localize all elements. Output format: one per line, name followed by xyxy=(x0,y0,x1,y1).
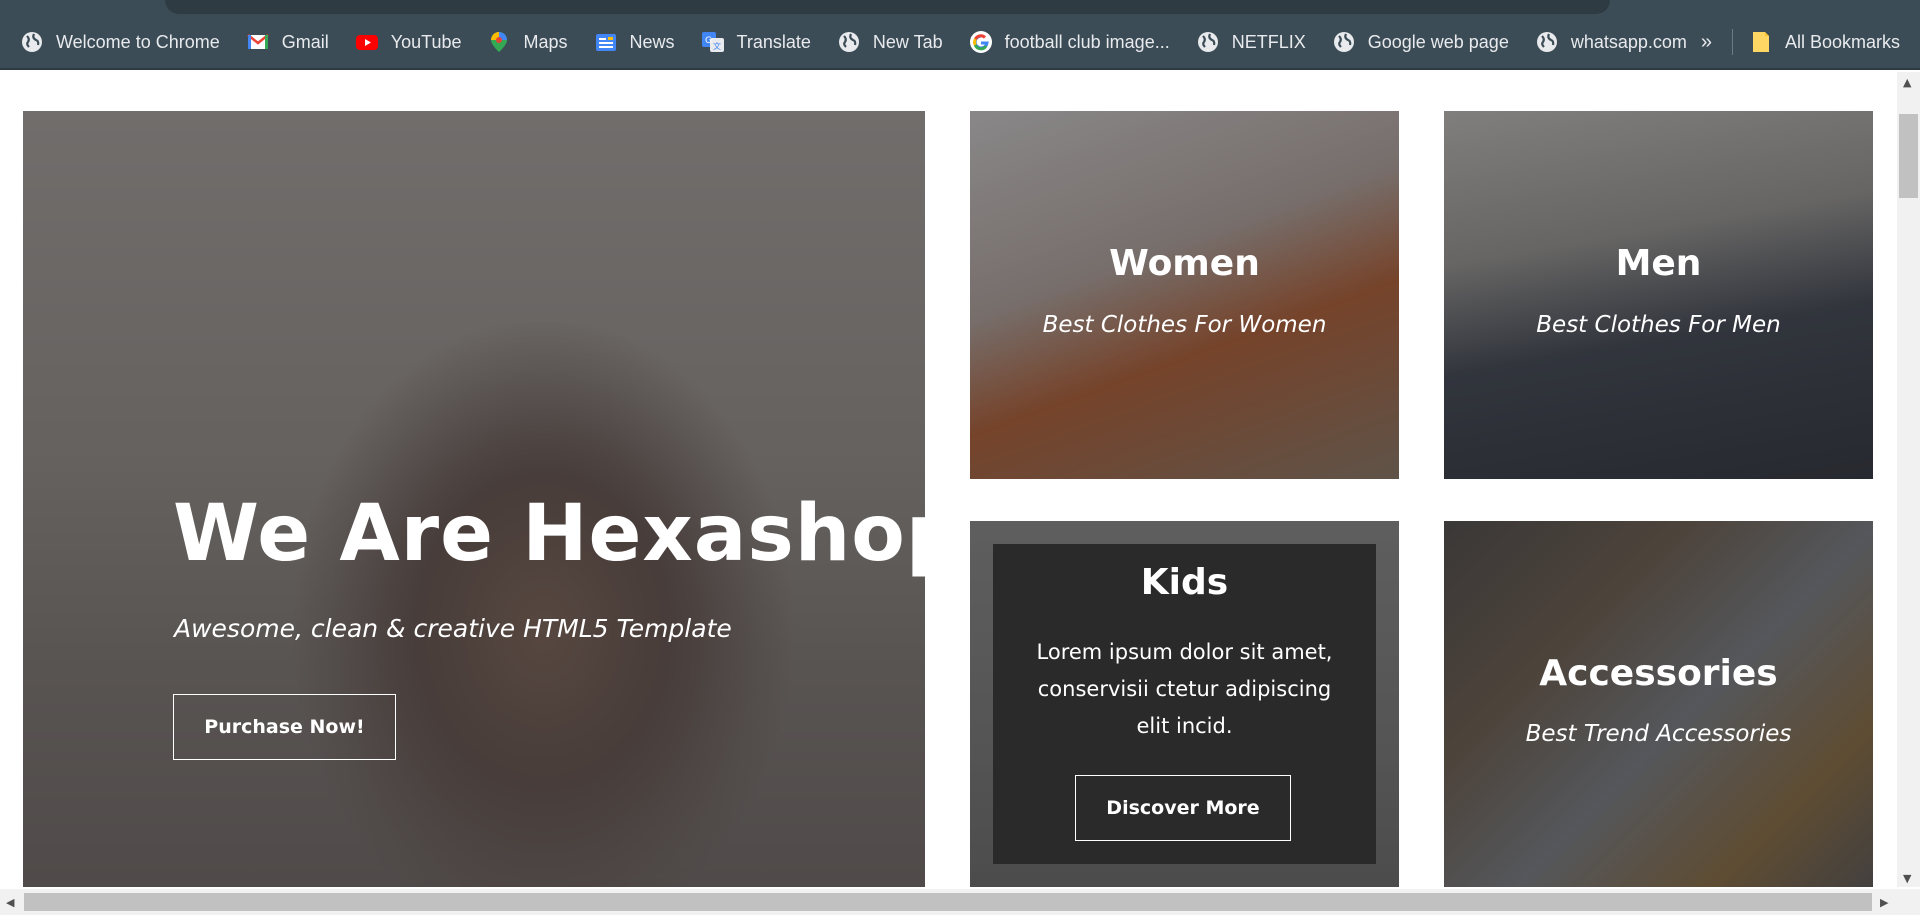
globe-icon xyxy=(1333,32,1354,52)
category-accessories[interactable]: Accessories Best Trend Accessories xyxy=(1444,521,1873,887)
maps-icon xyxy=(491,32,508,52)
bookmark-whatsapp[interactable]: whatsapp.com xyxy=(1535,30,1687,54)
category-title: Women xyxy=(1109,243,1260,284)
category-men[interactable]: Men Best Clothes For Men xyxy=(1444,111,1873,479)
bookmark-label: New Tab xyxy=(872,31,943,52)
category-title: Accessories xyxy=(1539,653,1778,694)
translate-icon: G文 xyxy=(701,32,724,52)
bookmark-netflix[interactable]: NETFLIX xyxy=(1196,30,1306,54)
bookmark-label: YouTube xyxy=(390,31,462,52)
news-icon xyxy=(595,34,616,51)
globe-icon xyxy=(22,32,42,52)
bookmark-label: Maps xyxy=(523,31,568,52)
bookmark-welcome[interactable]: Welcome to Chrome xyxy=(20,30,220,54)
discover-more-button[interactable]: Discover More xyxy=(1075,775,1291,841)
globe-icon xyxy=(1197,32,1218,52)
all-bookmarks-button[interactable]: All Bookmarks xyxy=(1749,30,1900,54)
bookmark-label: Google web page xyxy=(1367,31,1509,52)
bookmark-label: football club image... xyxy=(1004,31,1170,52)
category-women[interactable]: Women Best Clothes For Women xyxy=(970,111,1399,479)
bookmark-label: Gmail xyxy=(281,31,329,52)
category-subtitle: Best Clothes For Men xyxy=(1536,312,1781,338)
address-bar-edge[interactable] xyxy=(165,0,1610,14)
category-overlay xyxy=(1444,521,1873,887)
scroll-left-arrow-icon[interactable]: ◀ xyxy=(6,896,14,909)
bookmark-maps[interactable]: Maps xyxy=(487,30,568,54)
category-title: Kids xyxy=(1140,562,1229,603)
hero-subtitle: Awesome, clean & creative HTML5 Template xyxy=(174,614,732,643)
category-overlay xyxy=(1444,111,1873,479)
bookmark-new-tab[interactable]: New Tab xyxy=(837,30,943,54)
category-kids[interactable]: Kids Lorem ipsum dolor sit amet, conserv… xyxy=(970,521,1399,887)
bookmark-news[interactable]: News xyxy=(594,30,675,54)
divider xyxy=(1731,29,1733,55)
svg-text:文: 文 xyxy=(713,41,721,51)
bookmark-label: News xyxy=(629,31,675,52)
bookmarks-overflow-button[interactable]: » xyxy=(1701,31,1712,54)
category-subtitle: Best Clothes For Women xyxy=(1042,312,1327,338)
svg-text:G: G xyxy=(705,36,712,46)
scroll-up-arrow-icon[interactable]: ▲ xyxy=(1903,76,1911,89)
globe-icon xyxy=(1536,32,1557,52)
bookmark-label: Translate xyxy=(736,31,811,52)
all-bookmarks-label: All Bookmarks xyxy=(1784,31,1900,52)
youtube-icon xyxy=(355,35,378,50)
vertical-scroll-thumb[interactable] xyxy=(1899,114,1918,198)
bookmarks-right: » All Bookmarks xyxy=(1701,26,1900,58)
hero-title: We Are Hexashop xyxy=(173,489,925,579)
bookmarks-bar: Welcome to Chrome Gmail YouTube Maps New… xyxy=(0,0,1920,70)
globe-icon xyxy=(838,32,859,52)
hero-banner: We Are Hexashop Awesome, clean & creativ… xyxy=(23,111,925,887)
category-subtitle: Best Trend Accessories xyxy=(1525,721,1792,747)
category-overlay xyxy=(970,111,1399,479)
category-title: Men xyxy=(1615,243,1702,284)
bookmark-youtube[interactable]: YouTube xyxy=(355,30,462,54)
bookmark-list: Welcome to Chrome Gmail YouTube Maps New… xyxy=(20,26,1713,58)
bookmark-label: NETFLIX xyxy=(1231,31,1306,52)
bookmark-label: Welcome to Chrome xyxy=(56,31,220,52)
google-icon xyxy=(969,31,992,53)
bookmark-gmail[interactable]: Gmail xyxy=(246,30,329,54)
horizontal-scroll-thumb[interactable] xyxy=(24,893,1872,911)
kids-hover-panel: Kids Lorem ipsum dolor sit amet, conserv… xyxy=(993,544,1376,864)
scroll-down-arrow-icon[interactable]: ▼ xyxy=(1903,872,1911,885)
bookmark-label: whatsapp.com xyxy=(1570,31,1687,52)
bookmark-football[interactable]: football club image... xyxy=(969,30,1170,54)
bookmark-google-web-page[interactable]: Google web page xyxy=(1332,30,1509,54)
bookmark-translate[interactable]: G文 Translate xyxy=(701,30,811,54)
purchase-now-button[interactable]: Purchase Now! xyxy=(173,694,396,760)
category-description: Lorem ipsum dolor sit amet, conservisii … xyxy=(1036,640,1333,738)
folder-icon xyxy=(1752,32,1769,52)
scroll-right-arrow-icon[interactable]: ▶ xyxy=(1880,896,1888,909)
gmail-icon xyxy=(246,34,269,49)
